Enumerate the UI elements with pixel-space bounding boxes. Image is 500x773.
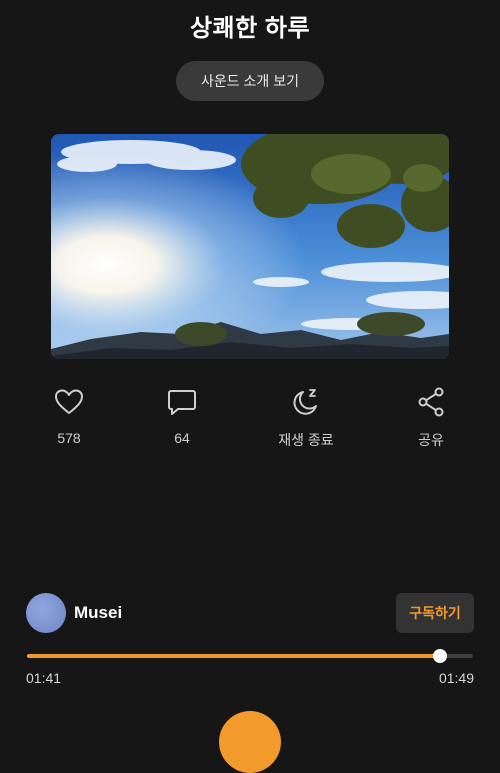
heart-icon [55, 389, 83, 414]
play-button[interactable] [219, 711, 281, 773]
share-label: 공유 [418, 432, 444, 448]
moon-icon [293, 389, 317, 415]
author-info[interactable]: Musei [26, 593, 122, 633]
current-time: 01:41 [26, 670, 62, 686]
comment-icon [168, 390, 196, 415]
playback-scrubber-handle[interactable] [432, 649, 447, 663]
playback-progress-bar[interactable] [27, 649, 473, 663]
share-icon [418, 387, 444, 417]
comment-count: 64 [174, 430, 190, 446]
like-button[interactable]: 578 [24, 386, 114, 446]
sound-artwork [51, 134, 449, 359]
share-button[interactable]: 공유 [386, 386, 476, 450]
sound-title: 상쾌한 하루 [189, 15, 311, 42]
sound-intro-button[interactable]: 사운드 소개 보기 [176, 61, 324, 101]
playback-progress-fill [27, 654, 440, 658]
author-name[interactable]: Musei [74, 603, 122, 623]
author-avatar[interactable] [26, 593, 66, 633]
action-bar: 578 64 재생 종료 공유 [0, 386, 500, 456]
like-count: 578 [57, 430, 81, 446]
subscribe-button[interactable]: 구독하기 [396, 593, 474, 633]
total-time: 01:49 [438, 670, 474, 686]
sleep-timer-button[interactable]: 재생 종료 [261, 386, 351, 450]
comment-button[interactable]: 64 [137, 386, 227, 446]
sleep-timer-label: 재생 종료 [278, 432, 334, 448]
